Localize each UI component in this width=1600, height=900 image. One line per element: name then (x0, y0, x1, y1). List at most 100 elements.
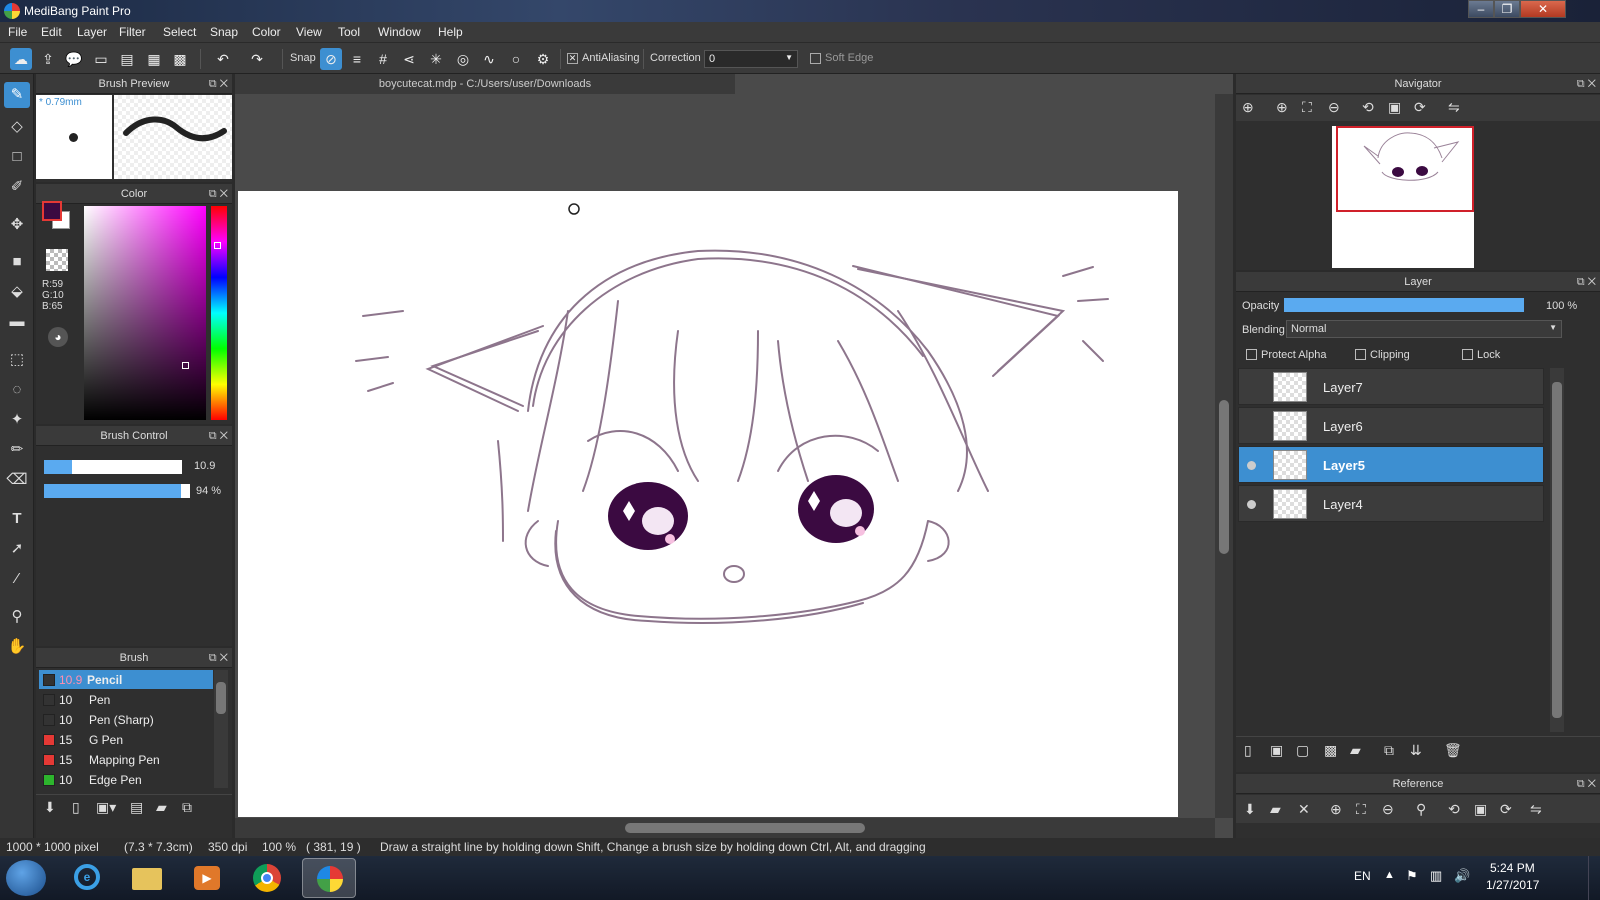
menu-layer[interactable]: Layer (77, 25, 107, 39)
panel-float-close-icons[interactable]: ⧉ ✕ (209, 184, 228, 204)
text-tool-icon[interactable]: T (4, 506, 30, 532)
speech-bubble-icon[interactable]: 💬 (63, 48, 85, 70)
reset-view-icon[interactable]: ▣ (1474, 801, 1487, 818)
zoom-in-2-icon[interactable]: ⊕ (1276, 99, 1288, 116)
rotate-left-icon[interactable]: ⟲ (1448, 801, 1460, 818)
media-player-icon[interactable]: ▶ (180, 858, 234, 898)
dot-tool-icon[interactable]: □ (4, 144, 30, 170)
rotate-right-icon[interactable]: ⟳ (1414, 99, 1426, 116)
hand-tool-icon[interactable]: ✋ (4, 634, 30, 660)
navigator-thumbnail[interactable] (1332, 126, 1474, 268)
menu-window[interactable]: Window (378, 25, 421, 39)
menu-file[interactable]: File (8, 25, 27, 39)
flip-icon[interactable]: ⇋ (1448, 99, 1460, 116)
brush-size-slider[interactable] (44, 460, 182, 474)
soft-edge-checkbox[interactable] (810, 53, 821, 64)
volume-icon[interactable]: 🔊 (1454, 868, 1470, 884)
close-reference-icon[interactable]: ✕ (1298, 801, 1310, 818)
rotate-left-icon[interactable]: ⟲ (1362, 99, 1374, 116)
zoom-in-icon[interactable]: ⊕ (1242, 99, 1254, 116)
color-picker-cursor[interactable] (182, 362, 189, 369)
snap-off-icon[interactable]: ⊘ (320, 48, 342, 70)
brush-list-scrollbar[interactable] (214, 670, 228, 788)
layer-row-layer7[interactable]: Layer7 (1238, 368, 1544, 405)
fill-rect-tool-icon[interactable]: ■ (4, 249, 30, 275)
clipping-checkbox[interactable] (1355, 349, 1366, 360)
new-layer-icon[interactable]: ▯ (1244, 742, 1252, 759)
operation-tool-icon[interactable]: ➚ (4, 536, 30, 562)
file-explorer-icon[interactable] (120, 858, 174, 898)
internet-explorer-icon[interactable]: e (60, 858, 114, 898)
document-tab[interactable]: boycutecat.mdp - C:/Users/user/Downloads (235, 74, 735, 94)
transparent-color-swatch[interactable] (46, 249, 68, 271)
rotate-right-icon[interactable]: ⟳ (1500, 801, 1512, 818)
eyedropper-icon[interactable]: ⚲ (4, 604, 30, 630)
bucket-tool-icon[interactable]: ⬙ (4, 279, 30, 305)
cross-snap-icon[interactable]: # (372, 48, 394, 70)
close-button[interactable]: ✕ (1520, 0, 1566, 18)
correction-select[interactable]: 0 ▼ (704, 50, 798, 68)
share-icon[interactable]: ⇪ (37, 48, 59, 70)
maximize-button[interactable]: ❐ (1494, 0, 1520, 18)
select-pen-icon[interactable]: ✏ (4, 437, 30, 463)
duplicate-layer-icon[interactable]: ⧉ (1384, 742, 1394, 759)
concentric-snap-icon[interactable]: ◎ (452, 48, 474, 70)
minimize-button[interactable]: – (1468, 0, 1494, 18)
brush-list-scroll-thumb[interactable] (216, 682, 226, 714)
trash-icon[interactable]: 🗑 (1444, 742, 1462, 759)
brush-item-edge-pen[interactable]: 10 Edge Pen (39, 770, 213, 789)
move-tool-icon[interactable]: ✥ (4, 212, 30, 238)
brush-item-g-pen[interactable]: 15 G Pen (39, 730, 213, 749)
eraser-tool-icon[interactable]: ◇ (4, 114, 30, 140)
reset-view-icon[interactable]: ▣ (1388, 99, 1401, 116)
layer-opacity-slider[interactable] (1284, 298, 1524, 312)
menu-edit[interactable]: Edit (41, 25, 62, 39)
panel-float-close-icons[interactable]: ⧉ ✕ (1577, 74, 1596, 94)
radial-snap-icon[interactable]: ✳ (425, 48, 447, 70)
fit-icon[interactable]: ⛶ (1302, 99, 1312, 116)
menu-snap[interactable]: Snap (210, 25, 238, 39)
medibang-taskbar-icon[interactable] (302, 858, 356, 898)
navigator-viewport-rect[interactable] (1336, 126, 1474, 212)
open-folder-icon[interactable]: ▰ (1270, 801, 1281, 818)
lasso-tool-icon[interactable]: ◌ (4, 377, 30, 403)
settings-icon[interactable]: ⚙ (532, 48, 554, 70)
flip-icon[interactable]: ⇋ (1530, 801, 1542, 818)
add-brush-menu-icon[interactable]: ▣▾ (96, 799, 116, 816)
new-halftone-layer-icon[interactable]: ▢ (1296, 742, 1309, 759)
vanishing-snap-icon[interactable]: ⋖ (398, 48, 420, 70)
canvas-horizontal-scroll-thumb[interactable] (625, 823, 865, 833)
protect-alpha-checkbox[interactable] (1246, 349, 1257, 360)
hue-slider[interactable] (211, 206, 227, 420)
balloon-icon[interactable]: ▭ (90, 48, 112, 70)
panel-float-close-icons[interactable]: ⧉ ✕ (209, 426, 228, 446)
brush-item-pen[interactable]: 10 Pen (39, 690, 213, 709)
redo-icon[interactable]: ↷ (246, 48, 268, 70)
zoom-out-icon[interactable]: ⊖ (1382, 801, 1394, 818)
layer-list-scrollbar[interactable] (1550, 368, 1564, 732)
layer-row-layer5[interactable]: Layer5 (1238, 446, 1544, 483)
gradient-tool-icon[interactable]: ▬ (4, 309, 30, 335)
primary-color-swatch[interactable] (42, 201, 62, 221)
language-indicator[interactable]: EN (1354, 869, 1371, 883)
layer-list-scroll-thumb[interactable] (1552, 382, 1562, 718)
new-brush-icon[interactable]: ▯ (72, 799, 80, 816)
brush-item-pencil[interactable]: 10.9 Pencil (39, 670, 213, 689)
panel-float-close-icons[interactable]: ⧉ ✕ (209, 648, 228, 668)
menu-filter[interactable]: Filter (119, 25, 146, 39)
folder-icon[interactable]: ▰ (156, 799, 167, 816)
panel-float-close-icons[interactable]: ⧉ ✕ (209, 74, 228, 94)
layer-row-layer4[interactable]: Layer4 (1238, 485, 1544, 522)
visibility-toggle-icon[interactable] (1247, 500, 1256, 509)
select-tool-icon[interactable]: ⬚ (4, 347, 30, 373)
fit-icon[interactable]: ⛶ (1356, 801, 1366, 818)
brush-item-pen-sharp[interactable]: 10 Pen (Sharp) (39, 710, 213, 729)
menu-select[interactable]: Select (163, 25, 196, 39)
cloud-icon[interactable]: ☁ (10, 48, 32, 70)
hue-slider-handle[interactable] (214, 242, 221, 249)
circle-snap-icon[interactable]: ○ (505, 48, 527, 70)
selection-pen-icon[interactable]: ✐ (4, 174, 30, 200)
zoom-out-icon[interactable]: ⊖ (1328, 99, 1340, 116)
new-folder-icon[interactable]: ▰ (1350, 742, 1361, 759)
network-icon[interactable]: ▥ (1430, 868, 1442, 884)
